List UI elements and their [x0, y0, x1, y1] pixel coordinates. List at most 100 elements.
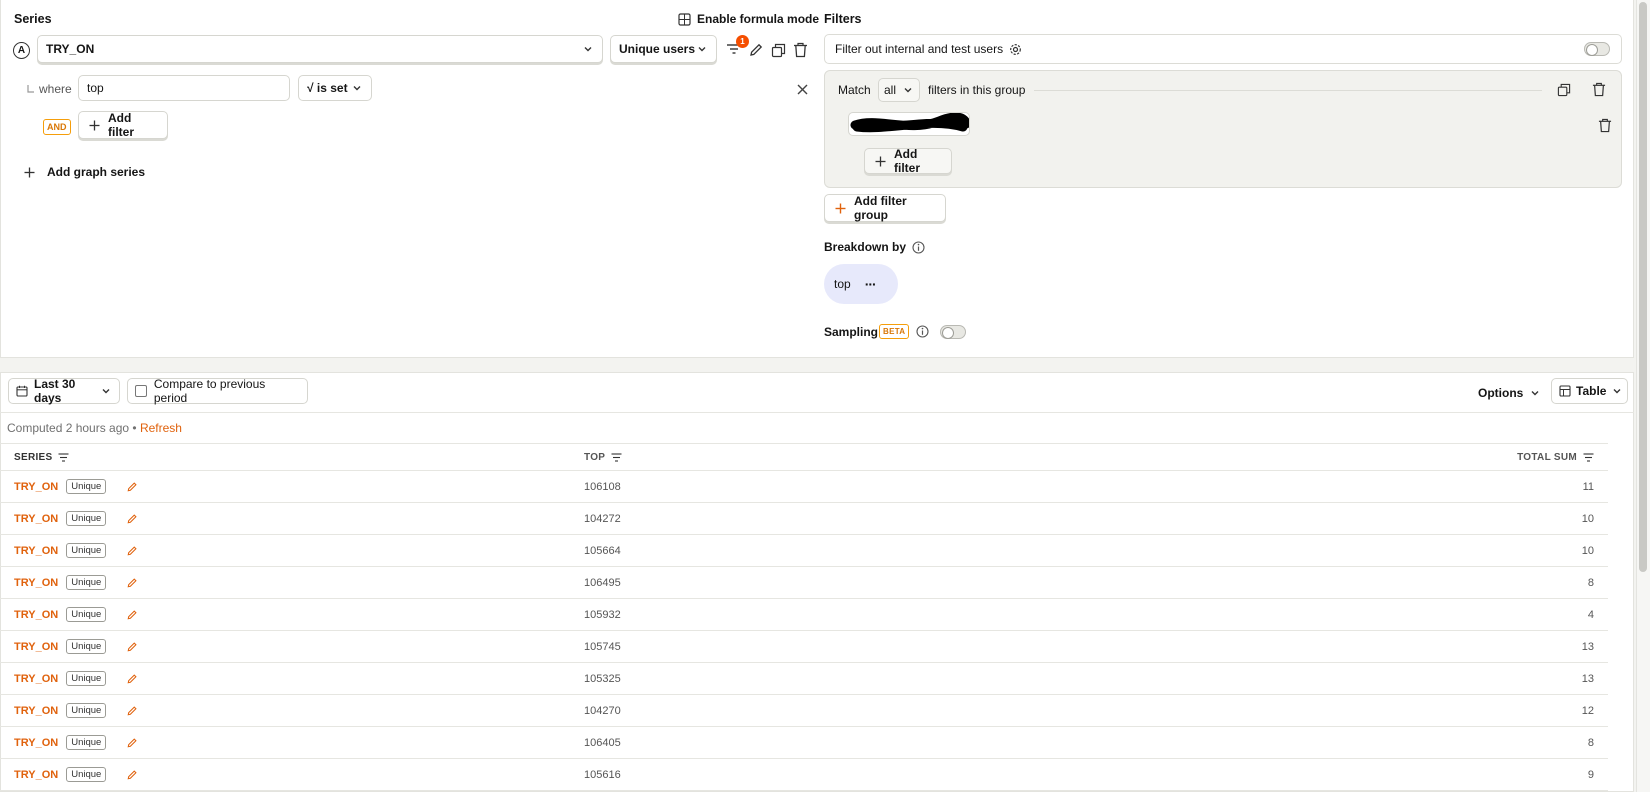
- top-value: 105664: [584, 544, 621, 557]
- edit-pencil-icon[interactable]: [126, 577, 138, 589]
- top-value: 104270: [584, 704, 621, 717]
- series-name-link[interactable]: TRY_ON: [14, 577, 58, 589]
- top-value: 106405: [584, 736, 621, 749]
- edit-pencil-icon[interactable]: [126, 609, 138, 621]
- math-tag: Unique: [66, 511, 107, 526]
- edit-pencil-icon[interactable]: [126, 737, 138, 749]
- total-value: 10: [1581, 544, 1594, 557]
- pencil-icon[interactable]: [748, 42, 764, 58]
- edit-pencil-icon[interactable]: [126, 641, 138, 653]
- page-scrollbar[interactable]: [1636, 0, 1650, 792]
- total-cell: 4: [1388, 609, 1608, 621]
- table-row: TRY_ON Unique 104270 12: [0, 695, 1608, 727]
- series-name-link[interactable]: TRY_ON: [14, 705, 58, 717]
- series-column-header[interactable]: SERIES: [0, 452, 584, 463]
- total-cell: 9: [1388, 769, 1608, 781]
- match-value: all: [884, 83, 897, 97]
- top-cell: 106495: [584, 577, 1388, 589]
- compare-toggle[interactable]: Compare to previous period: [127, 377, 308, 405]
- series-cell: TRY_ON Unique: [0, 575, 584, 590]
- more-icon[interactable]: ···: [865, 276, 877, 292]
- series-name-link[interactable]: TRY_ON: [14, 609, 58, 621]
- series-cell: TRY_ON Unique: [0, 735, 584, 750]
- total-column-header[interactable]: TOTAL SUM: [1388, 452, 1608, 463]
- compare-checkbox[interactable]: [135, 385, 147, 397]
- redacted-filter-chip[interactable]: [848, 112, 970, 136]
- results-table: SERIES TOP TOTAL SUM TRY_ON Unique 106108 1…: [0, 443, 1608, 791]
- view-type-value: Table: [1576, 384, 1607, 398]
- series-name-link[interactable]: TRY_ON: [14, 737, 58, 749]
- internal-users-filter-row: Filter out internal and test users: [824, 34, 1622, 64]
- group-add-filter-button[interactable]: Add filter: [864, 147, 952, 175]
- sort-icon[interactable]: [611, 452, 622, 462]
- info-icon[interactable]: [912, 240, 925, 254]
- internal-users-toggle[interactable]: [1584, 42, 1610, 56]
- series-name-link[interactable]: TRY_ON: [14, 545, 58, 557]
- aggregation-select[interactable]: Unique users: [610, 35, 717, 63]
- top-cell: 105616: [584, 769, 1388, 781]
- trash-icon[interactable]: [793, 42, 808, 58]
- total-value: 13: [1581, 640, 1594, 653]
- total-value: 4: [1587, 608, 1594, 621]
- add-graph-series-button[interactable]: Add graph series: [24, 165, 145, 179]
- breakdown-value: top: [834, 277, 851, 291]
- total-cell: 12: [1388, 705, 1608, 717]
- series-letter: A: [17, 45, 26, 56]
- filter-operator-select[interactable]: √ is set: [298, 75, 372, 101]
- trash-icon[interactable]: [1598, 118, 1612, 133]
- top-cell: 105325: [584, 673, 1388, 685]
- formula-mode-button[interactable]: Enable formula mode: [678, 12, 819, 26]
- view-type-select[interactable]: Table: [1551, 378, 1628, 404]
- series-cell: TRY_ON Unique: [0, 767, 584, 782]
- refresh-link[interactable]: Refresh: [140, 421, 182, 435]
- edit-pencil-icon[interactable]: [126, 545, 138, 557]
- edit-pencil-icon[interactable]: [126, 705, 138, 717]
- sort-icon[interactable]: [1583, 452, 1594, 462]
- close-icon[interactable]: [796, 83, 809, 96]
- edit-pencil-icon[interactable]: [126, 481, 138, 493]
- top-column-header[interactable]: TOP: [584, 452, 1388, 463]
- date-range-select[interactable]: Last 30 days: [8, 377, 120, 405]
- table-row: TRY_ON Unique 105745 13: [0, 631, 1608, 663]
- total-cell: 10: [1388, 545, 1608, 557]
- add-filter-button[interactable]: Add filter: [78, 111, 168, 139]
- series-name-link[interactable]: TRY_ON: [14, 481, 58, 493]
- add-graph-series-label: Add graph series: [47, 165, 146, 179]
- duplicate-icon[interactable]: [1557, 83, 1571, 97]
- computed-text: Computed 2 hours ago •: [7, 421, 140, 435]
- series-name-link[interactable]: TRY_ON: [14, 673, 58, 685]
- event-select[interactable]: TRY_ON: [37, 35, 603, 63]
- edit-pencil-icon[interactable]: [126, 673, 138, 685]
- series-name-link[interactable]: TRY_ON: [14, 769, 58, 781]
- top-value: 106495: [584, 576, 621, 589]
- series-cell: TRY_ON Unique: [0, 703, 584, 718]
- series-header-label: SERIES: [14, 451, 53, 463]
- add-filter-group-button[interactable]: Add filter group: [824, 194, 946, 222]
- series-cell: TRY_ON Unique: [0, 639, 584, 654]
- table-row: TRY_ON Unique 105325 13: [0, 663, 1608, 695]
- filter-property-value: top: [87, 81, 104, 95]
- duplicate-icon[interactable]: [771, 43, 786, 58]
- series-name-link[interactable]: TRY_ON: [14, 641, 58, 653]
- total-value: 13: [1581, 672, 1594, 685]
- where-label: where: [39, 82, 72, 96]
- series-filter-button[interactable]: 1: [726, 35, 749, 60]
- internal-users-label: Filter out internal and test users: [835, 42, 1004, 56]
- sort-icon[interactable]: [58, 452, 69, 462]
- series-name-link[interactable]: TRY_ON: [14, 513, 58, 525]
- trash-icon[interactable]: [1592, 82, 1606, 97]
- edit-pencil-icon[interactable]: [126, 513, 138, 525]
- breakdown-pill[interactable]: top ···: [824, 264, 898, 304]
- sampling-toggle[interactable]: [940, 325, 966, 339]
- math-tag: Unique: [66, 479, 107, 494]
- scrollbar-thumb[interactable]: [1639, 2, 1647, 572]
- edit-pencil-icon[interactable]: [126, 769, 138, 781]
- chevron-down-icon: [351, 82, 363, 94]
- info-icon[interactable]: [916, 325, 929, 338]
- match-select[interactable]: all: [878, 78, 920, 102]
- breakdown-title: Breakdown by: [824, 240, 907, 254]
- gear-icon[interactable]: [1009, 43, 1022, 56]
- options-menu[interactable]: Options: [1478, 386, 1541, 400]
- group-add-filter-label: Add filter: [894, 147, 921, 175]
- filter-property-select[interactable]: top: [78, 75, 290, 101]
